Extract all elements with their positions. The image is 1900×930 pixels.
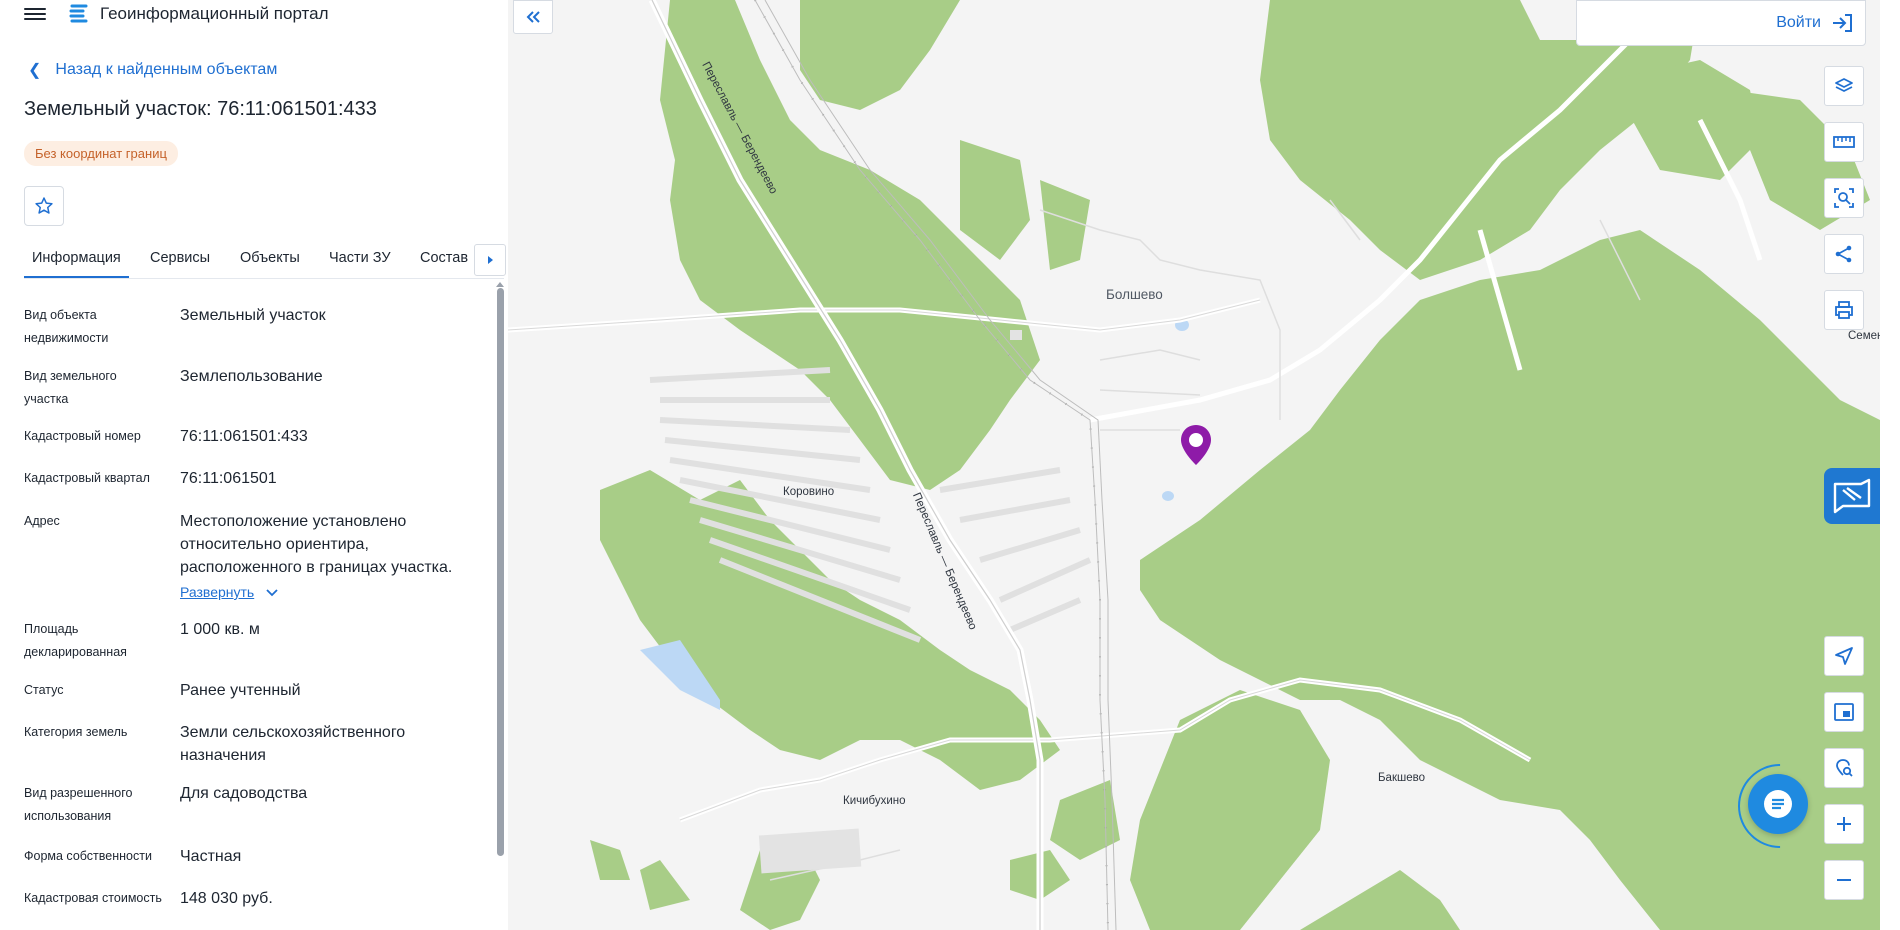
login-panel: Войти	[1576, 0, 1866, 46]
property-value: 1 000 кв. м	[180, 621, 260, 638]
property-label: Форма собственности	[24, 849, 152, 863]
share-button[interactable]	[1824, 234, 1864, 274]
sign-in-icon	[1833, 14, 1852, 32]
property-value: Частная	[180, 848, 242, 865]
place-label-korovino: Коровино	[783, 486, 835, 498]
property-label: Площадь декларированная	[24, 622, 127, 659]
app-title: Геоинформационный портал	[100, 4, 329, 23]
tab-information[interactable]: Информация	[24, 240, 129, 278]
tabs-next-button[interactable]	[474, 244, 506, 276]
sidebar: Геоинформационный портал ❮ Назад к найде…	[0, 0, 508, 930]
menu-icon[interactable]	[24, 5, 46, 23]
property-label: Категория земель	[24, 725, 128, 739]
minimap-button[interactable]	[1824, 692, 1864, 732]
back-link-label: Назад к найденным объектам	[55, 61, 278, 78]
top-bar: Геоинформационный портал	[0, 0, 508, 30]
geo-search-button[interactable]	[1824, 748, 1864, 788]
favorite-button[interactable]	[24, 186, 64, 226]
zoom-in-icon	[1837, 817, 1851, 831]
app-root: Геоинформационный портал ❮ Назад к найде…	[0, 0, 1900, 930]
minimap-icon	[1834, 703, 1854, 721]
status-badge: Без координат границ	[24, 141, 178, 166]
property-value: Земли сельскохозяйственного назначения	[180, 724, 406, 764]
tab-objects[interactable]: Объекты	[240, 240, 300, 276]
property-value: 148 030 руб.	[180, 890, 273, 907]
message-icon	[1833, 478, 1871, 514]
area-select-button[interactable]	[1824, 178, 1864, 218]
collapse-sidebar-button[interactable]	[513, 0, 553, 34]
tab-services[interactable]: Сервисы	[150, 240, 210, 276]
scrollbar[interactable]	[497, 288, 504, 856]
double-chevron-left-icon	[526, 11, 540, 23]
locate-button[interactable]	[1824, 636, 1864, 676]
zoom-out-button[interactable]	[1824, 860, 1864, 900]
property-value: 76:11:061501	[180, 470, 277, 487]
portal-logo	[69, 4, 88, 23]
zoom-in-button[interactable]	[1824, 804, 1864, 844]
property-label: Адрес	[24, 514, 60, 528]
star-icon	[35, 197, 53, 214]
login-label: Войти	[1776, 14, 1821, 31]
chat-icon	[1764, 790, 1792, 818]
layers-icon	[1835, 78, 1853, 92]
place-label-bakshevo: Бакшево	[1378, 772, 1425, 784]
tabs-divider	[24, 278, 504, 279]
ruler-button[interactable]	[1824, 122, 1864, 162]
place-label-semen: Семен	[1848, 330, 1884, 342]
share-icon	[1835, 245, 1852, 263]
property-value: Для садоводства	[180, 785, 308, 802]
tab-composition[interactable]: Состав	[420, 240, 468, 276]
property-label: Вид объекта недвижимости	[24, 308, 109, 345]
expand-label: Развернуть	[180, 584, 255, 600]
chat-button[interactable]	[1748, 774, 1808, 834]
area-select-icon	[1834, 188, 1854, 208]
print-icon	[1835, 301, 1853, 319]
login-button[interactable]: Войти	[1776, 13, 1853, 33]
scroll-up-arrow[interactable]	[496, 282, 504, 287]
property-label: Вид разрешенного использования	[24, 786, 133, 823]
property-value: Местоположение установлено относительно …	[180, 510, 490, 604]
navigation-arrow-icon	[1835, 647, 1853, 665]
property-value: Ранее учтенный	[180, 682, 301, 699]
property-label: Статус	[24, 683, 64, 697]
ruler-icon	[1833, 136, 1855, 148]
chevron-down-icon	[266, 588, 278, 596]
property-label: Кадастровая стоимость	[24, 891, 162, 905]
tabs: Информация Сервисы Объекты Части ЗУ Сост…	[24, 240, 484, 278]
object-title: Земельный участок: 76:11:061501:433	[24, 98, 377, 120]
property-label: Кадастровый квартал	[24, 471, 150, 485]
layers-button[interactable]	[1824, 66, 1864, 106]
location-pin-icon[interactable]	[1178, 423, 1214, 467]
caret-right-icon	[488, 256, 493, 264]
property-label: Вид земельного участка	[24, 369, 117, 406]
expand-address-link[interactable]: Развернуть	[180, 581, 278, 604]
chevron-left-icon: ❮	[28, 62, 42, 79]
property-value: Землепользование	[180, 368, 323, 385]
back-to-results-link[interactable]: ❮ Назад к найденным объектам	[28, 60, 277, 80]
property-value: 76:11:061501:433	[180, 428, 308, 445]
place-label-kichibukhino: Кичибухино	[843, 795, 906, 807]
place-label-bolshevo: Болшево	[1106, 287, 1163, 302]
feedback-side-button[interactable]	[1824, 468, 1880, 524]
print-button[interactable]	[1824, 290, 1864, 330]
property-label: Кадастровый номер	[24, 429, 141, 443]
geo-search-icon	[1836, 759, 1853, 777]
address-text: Местоположение установлено относительно …	[180, 513, 453, 576]
zoom-out-icon	[1837, 879, 1851, 881]
page-edge-strip	[1880, 0, 1900, 930]
property-value: Земельный участок	[180, 307, 326, 324]
tab-parts[interactable]: Части ЗУ	[329, 240, 391, 276]
